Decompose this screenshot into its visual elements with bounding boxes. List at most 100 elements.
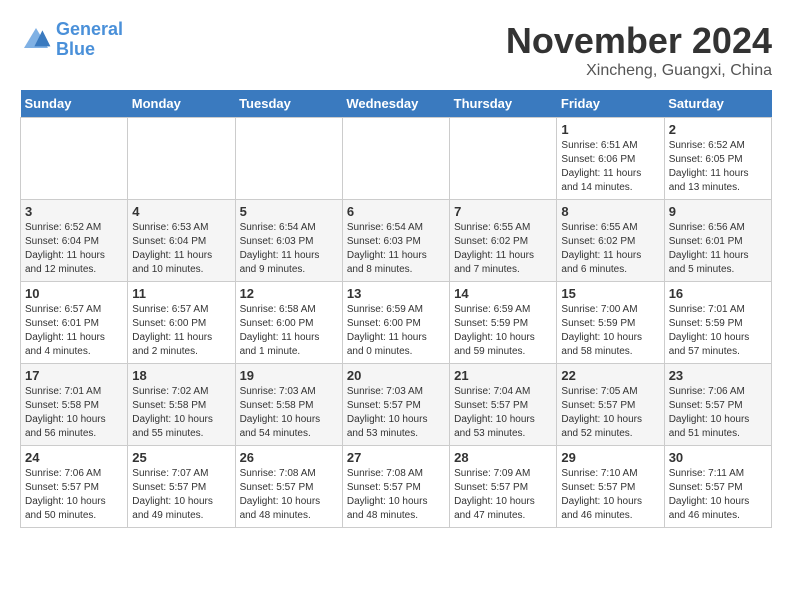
day-info: Sunrise: 6:56 AM Sunset: 6:01 PM Dayligh… <box>669 221 767 277</box>
sunset: Sunset: 5:57 PM <box>454 482 528 493</box>
calendar-cell: 10 Sunrise: 6:57 AM Sunset: 6:01 PM Dayl… <box>21 282 128 364</box>
weekday-header: Thursday <box>450 90 557 118</box>
sunrise: Sunrise: 6:54 AM <box>240 222 316 233</box>
sunrise: Sunrise: 6:52 AM <box>25 222 101 233</box>
daylight: Daylight: 11 hours and 13 minutes. <box>669 168 749 193</box>
location: Xincheng, Guangxi, China <box>506 62 772 80</box>
calendar-cell: 21 Sunrise: 7:04 AM Sunset: 5:57 PM Dayl… <box>450 364 557 446</box>
sunset: Sunset: 6:05 PM <box>669 154 743 165</box>
sunrise: Sunrise: 6:51 AM <box>561 140 637 151</box>
daylight: Daylight: 10 hours and 48 minutes. <box>347 496 428 521</box>
day-info: Sunrise: 7:01 AM Sunset: 5:59 PM Dayligh… <box>669 303 767 359</box>
sunset: Sunset: 5:58 PM <box>132 400 206 411</box>
daylight: Daylight: 10 hours and 50 minutes. <box>25 496 106 521</box>
daylight: Daylight: 10 hours and 46 minutes. <box>561 496 642 521</box>
calendar-cell: 12 Sunrise: 6:58 AM Sunset: 6:00 PM Dayl… <box>235 282 342 364</box>
sunrise: Sunrise: 7:10 AM <box>561 468 637 479</box>
daylight: Daylight: 10 hours and 59 minutes. <box>454 332 535 357</box>
day-info: Sunrise: 6:53 AM Sunset: 6:04 PM Dayligh… <box>132 221 230 277</box>
day-number: 20 <box>347 368 445 383</box>
sunset: Sunset: 6:03 PM <box>240 236 314 247</box>
calendar-cell: 27 Sunrise: 7:08 AM Sunset: 5:57 PM Dayl… <box>342 446 449 528</box>
daylight: Daylight: 10 hours and 55 minutes. <box>132 414 213 439</box>
daylight: Daylight: 11 hours and 8 minutes. <box>347 250 427 275</box>
day-number: 24 <box>25 450 123 465</box>
day-number: 5 <box>240 204 338 219</box>
weekday-header: Sunday <box>21 90 128 118</box>
month-title: November 2024 <box>506 20 772 62</box>
calendar-cell: 1 Sunrise: 6:51 AM Sunset: 6:06 PM Dayli… <box>557 118 664 200</box>
sunset: Sunset: 6:01 PM <box>25 318 99 329</box>
sunrise: Sunrise: 7:11 AM <box>669 468 744 479</box>
calendar-cell <box>450 118 557 200</box>
day-info: Sunrise: 7:07 AM Sunset: 5:57 PM Dayligh… <box>132 467 230 523</box>
day-number: 1 <box>561 122 659 137</box>
day-info: Sunrise: 7:09 AM Sunset: 5:57 PM Dayligh… <box>454 467 552 523</box>
day-number: 30 <box>669 450 767 465</box>
calendar-cell: 20 Sunrise: 7:03 AM Sunset: 5:57 PM Dayl… <box>342 364 449 446</box>
sunrise: Sunrise: 7:00 AM <box>561 304 637 315</box>
daylight: Daylight: 10 hours and 53 minutes. <box>454 414 535 439</box>
day-number: 8 <box>561 204 659 219</box>
sunset: Sunset: 5:57 PM <box>240 482 314 493</box>
calendar-cell: 14 Sunrise: 6:59 AM Sunset: 5:59 PM Dayl… <box>450 282 557 364</box>
day-info: Sunrise: 7:11 AM Sunset: 5:57 PM Dayligh… <box>669 467 767 523</box>
weekday-header: Monday <box>128 90 235 118</box>
daylight: Daylight: 11 hours and 1 minute. <box>240 332 320 357</box>
day-number: 14 <box>454 286 552 301</box>
sunset: Sunset: 6:00 PM <box>240 318 314 329</box>
day-info: Sunrise: 7:06 AM Sunset: 5:57 PM Dayligh… <box>669 385 767 441</box>
day-info: Sunrise: 7:01 AM Sunset: 5:58 PM Dayligh… <box>25 385 123 441</box>
sunset: Sunset: 5:57 PM <box>25 482 99 493</box>
logo: General Blue <box>20 20 123 60</box>
sunset: Sunset: 6:04 PM <box>25 236 99 247</box>
sunrise: Sunrise: 7:08 AM <box>347 468 423 479</box>
day-number: 17 <box>25 368 123 383</box>
weekday-header: Wednesday <box>342 90 449 118</box>
calendar-cell: 19 Sunrise: 7:03 AM Sunset: 5:58 PM Dayl… <box>235 364 342 446</box>
day-number: 29 <box>561 450 659 465</box>
sunset: Sunset: 5:59 PM <box>561 318 635 329</box>
day-info: Sunrise: 7:05 AM Sunset: 5:57 PM Dayligh… <box>561 385 659 441</box>
day-info: Sunrise: 6:58 AM Sunset: 6:00 PM Dayligh… <box>240 303 338 359</box>
sunrise: Sunrise: 7:02 AM <box>132 386 208 397</box>
sunset: Sunset: 5:57 PM <box>669 482 743 493</box>
day-number: 7 <box>454 204 552 219</box>
sunset: Sunset: 5:57 PM <box>347 482 421 493</box>
day-info: Sunrise: 7:08 AM Sunset: 5:57 PM Dayligh… <box>347 467 445 523</box>
sunrise: Sunrise: 7:01 AM <box>669 304 745 315</box>
sunrise: Sunrise: 7:05 AM <box>561 386 637 397</box>
daylight: Daylight: 11 hours and 4 minutes. <box>25 332 105 357</box>
calendar-cell: 29 Sunrise: 7:10 AM Sunset: 5:57 PM Dayl… <box>557 446 664 528</box>
day-number: 28 <box>454 450 552 465</box>
calendar-cell <box>21 118 128 200</box>
weekday-header: Tuesday <box>235 90 342 118</box>
sunset: Sunset: 6:04 PM <box>132 236 206 247</box>
day-number: 21 <box>454 368 552 383</box>
calendar-cell <box>342 118 449 200</box>
day-info: Sunrise: 7:04 AM Sunset: 5:57 PM Dayligh… <box>454 385 552 441</box>
calendar-cell: 15 Sunrise: 7:00 AM Sunset: 5:59 PM Dayl… <box>557 282 664 364</box>
day-number: 9 <box>669 204 767 219</box>
calendar-cell: 11 Sunrise: 6:57 AM Sunset: 6:00 PM Dayl… <box>128 282 235 364</box>
logo-icon <box>20 24 52 56</box>
daylight: Daylight: 10 hours and 46 minutes. <box>669 496 750 521</box>
sunset: Sunset: 5:59 PM <box>454 318 528 329</box>
calendar-cell: 26 Sunrise: 7:08 AM Sunset: 5:57 PM Dayl… <box>235 446 342 528</box>
calendar-cell: 16 Sunrise: 7:01 AM Sunset: 5:59 PM Dayl… <box>664 282 771 364</box>
sunset: Sunset: 6:00 PM <box>347 318 421 329</box>
calendar-cell: 8 Sunrise: 6:55 AM Sunset: 6:02 PM Dayli… <box>557 200 664 282</box>
sunrise: Sunrise: 6:59 AM <box>347 304 423 315</box>
calendar-cell: 7 Sunrise: 6:55 AM Sunset: 6:02 PM Dayli… <box>450 200 557 282</box>
sunset: Sunset: 6:01 PM <box>669 236 743 247</box>
calendar-cell: 18 Sunrise: 7:02 AM Sunset: 5:58 PM Dayl… <box>128 364 235 446</box>
calendar-cell: 30 Sunrise: 7:11 AM Sunset: 5:57 PM Dayl… <box>664 446 771 528</box>
sunset: Sunset: 5:57 PM <box>347 400 421 411</box>
sunset: Sunset: 5:57 PM <box>454 400 528 411</box>
sunset: Sunset: 5:59 PM <box>669 318 743 329</box>
day-info: Sunrise: 6:52 AM Sunset: 6:05 PM Dayligh… <box>669 139 767 195</box>
day-number: 15 <box>561 286 659 301</box>
daylight: Daylight: 11 hours and 2 minutes. <box>132 332 212 357</box>
daylight: Daylight: 10 hours and 49 minutes. <box>132 496 213 521</box>
calendar-cell <box>235 118 342 200</box>
